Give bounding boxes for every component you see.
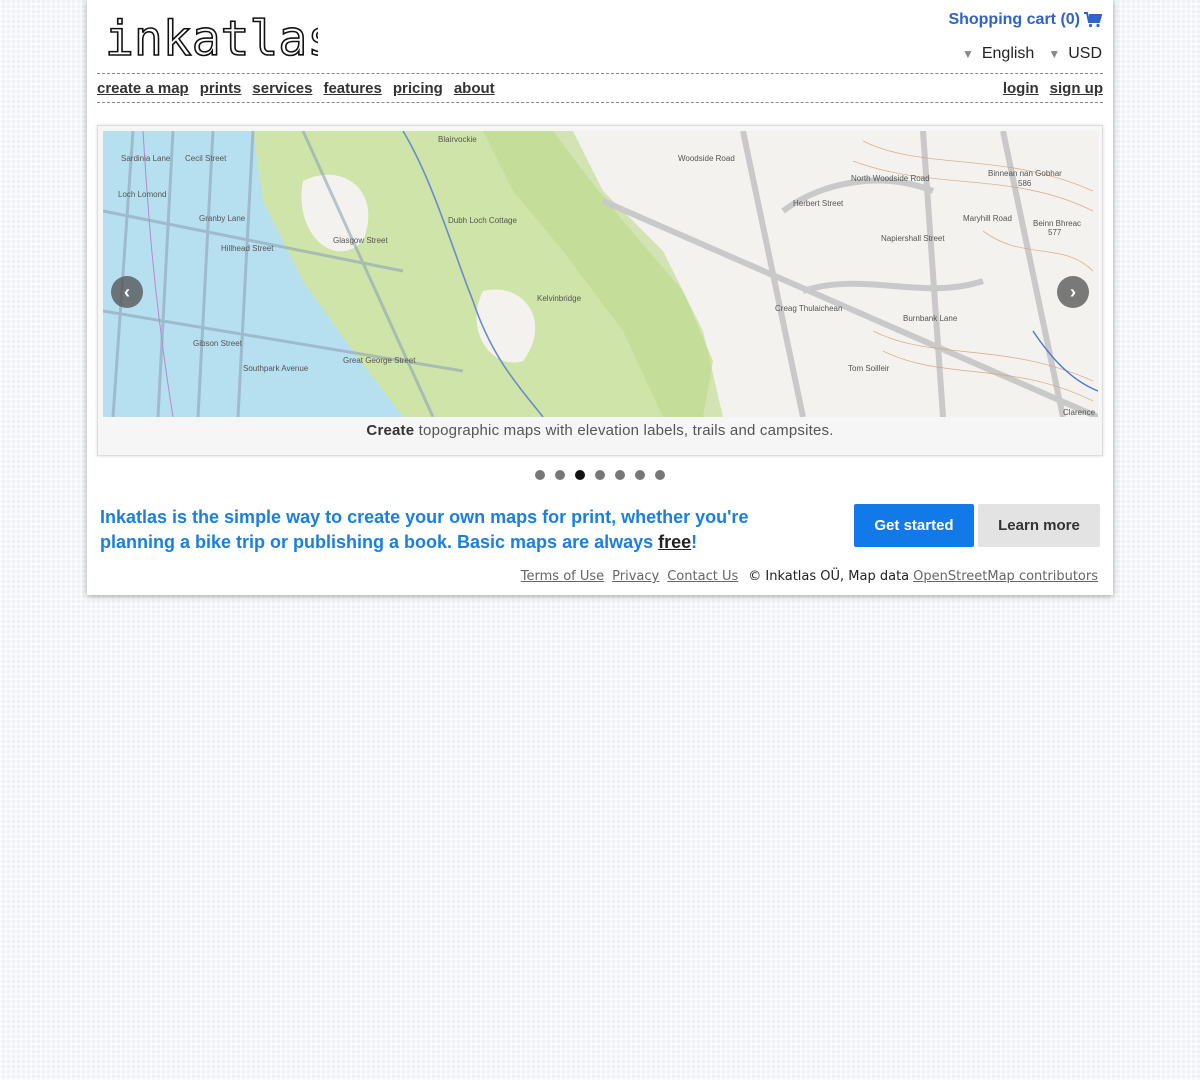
nav-pricing[interactable]: pricing [393, 80, 443, 97]
currency-value: USD [1068, 45, 1102, 62]
svg-text:Tom Soilleir: Tom Soilleir [848, 364, 890, 373]
svg-text:Sardinia Lane: Sardinia Lane [121, 154, 171, 163]
nav-about[interactable]: about [454, 80, 495, 97]
carousel-dots [535, 470, 665, 480]
shopping-cart-label: Shopping cart (0) [948, 11, 1080, 28]
carousel-dot-3[interactable] [575, 470, 585, 480]
nav-sign-up[interactable]: sign up [1050, 80, 1103, 97]
page-container: inkatlas Shopping cart (0) ▼ English ▼ U… [87, 0, 1113, 595]
svg-text:Creag Thulaichean: Creag Thulaichean [775, 304, 842, 313]
image-carousel: Blairvockie Loch Lomond Dubh Loch Cottag… [97, 125, 1103, 456]
tagline-end: ! [691, 532, 698, 552]
carousel-prev-button[interactable]: ‹ [111, 276, 143, 308]
svg-text:577: 577 [1048, 228, 1062, 237]
carousel-next-button[interactable]: › [1057, 276, 1089, 308]
contact-link[interactable]: Contact Us [667, 569, 738, 584]
inkatlas-logo[interactable]: inkatlas [103, 8, 318, 64]
carousel-dot-4[interactable] [595, 470, 605, 480]
carousel-caption: Create topographic maps with elevation l… [98, 422, 1102, 439]
carousel-dot-2[interactable] [555, 470, 565, 480]
main-nav: create a map prints services features pr… [97, 73, 1103, 103]
svg-text:Burnbank Lane: Burnbank Lane [903, 314, 958, 323]
osm-link[interactable]: OpenStreetMap contributors [913, 569, 1098, 584]
svg-text:Napiershall Street: Napiershall Street [881, 234, 945, 243]
svg-text:Southpark Avenue: Southpark Avenue [243, 364, 309, 373]
dropdown-arrow-icon: ▼ [1048, 47, 1061, 61]
terms-link[interactable]: Terms of Use [521, 569, 604, 584]
carousel-slide-map: Blairvockie Loch Lomond Dubh Loch Cottag… [103, 131, 1098, 417]
footer: Terms of Use Privacy Contact Us © Inkatl… [521, 569, 1098, 584]
chevron-right-icon: › [1070, 281, 1076, 302]
svg-text:Granby Lane: Granby Lane [199, 214, 246, 223]
svg-text:586: 586 [1018, 179, 1032, 188]
nav-create-a-map[interactable]: create a map [97, 80, 189, 97]
svg-text:Clarence: Clarence [1063, 408, 1096, 417]
nav-right: login sign up [1003, 80, 1103, 97]
caption-text: topographic maps with elevation labels, … [414, 422, 834, 439]
svg-text:Binnean nan Gobhar: Binnean nan Gobhar [988, 169, 1062, 178]
nav-login[interactable]: login [1003, 80, 1039, 97]
svg-text:Beinn Bhreac: Beinn Bhreac [1033, 219, 1081, 228]
tagline-text: Inkatlas is the simple way to create you… [100, 507, 749, 552]
tagline: Inkatlas is the simple way to create you… [100, 505, 820, 555]
svg-text:Cecil Street: Cecil Street [185, 154, 227, 163]
free-link[interactable]: free [658, 532, 691, 552]
svg-text:Glasgow Street: Glasgow Street [333, 236, 388, 245]
currency-select[interactable]: ▼ USD [1048, 45, 1102, 63]
chevron-left-icon: ‹ [124, 281, 130, 302]
copyright-text: © Inkatlas OÜ, Map data [748, 569, 910, 584]
svg-text:Great George Street: Great George Street [343, 356, 416, 365]
svg-text:Gibson Street: Gibson Street [193, 339, 243, 348]
privacy-link[interactable]: Privacy [612, 569, 659, 584]
nav-prints[interactable]: prints [200, 80, 242, 97]
locale-selectors: ▼ English ▼ USD [962, 45, 1102, 63]
svg-text:Dubh Loch Cottage: Dubh Loch Cottage [448, 216, 517, 225]
carousel-dot-1[interactable] [535, 470, 545, 480]
language-select[interactable]: ▼ English [962, 45, 1034, 63]
shopping-cart-icon [1084, 12, 1102, 28]
shopping-cart-link[interactable]: Shopping cart (0) [948, 11, 1102, 29]
nav-features[interactable]: features [323, 80, 381, 97]
svg-text:Loch Lomond: Loch Lomond [118, 190, 166, 199]
svg-text:Blairvockie: Blairvockie [438, 135, 477, 144]
nav-left: create a map prints services features pr… [97, 80, 495, 97]
svg-text:Herbert Street: Herbert Street [793, 199, 844, 208]
dropdown-arrow-icon: ▼ [961, 47, 974, 61]
carousel-dot-5[interactable] [615, 470, 625, 480]
caption-bold: Create [366, 422, 415, 439]
nav-services[interactable]: services [252, 80, 312, 97]
svg-text:Kelvinbridge: Kelvinbridge [537, 294, 582, 303]
carousel-dot-6[interactable] [635, 470, 645, 480]
carousel-dot-7[interactable] [655, 470, 665, 480]
get-started-button[interactable]: Get started [854, 504, 974, 547]
svg-text:Woodside Road: Woodside Road [678, 154, 735, 163]
svg-text:inkatlas: inkatlas [105, 11, 318, 64]
svg-text:Hillhead Street: Hillhead Street [221, 244, 274, 253]
learn-more-button[interactable]: Learn more [978, 504, 1100, 547]
svg-text:Maryhill Road: Maryhill Road [963, 214, 1012, 223]
language-value: English [981, 45, 1035, 62]
svg-text:North Woodside Road: North Woodside Road [851, 174, 930, 183]
